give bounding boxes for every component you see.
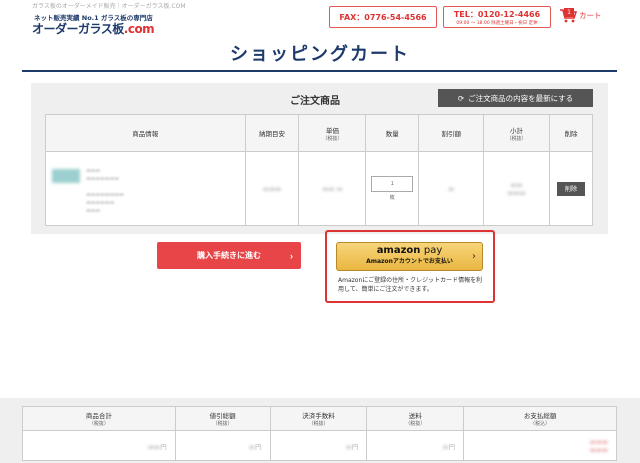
order-heading: ご注文商品 <box>290 96 340 107</box>
col-unit-price: 単価 （税抜） <box>298 114 367 152</box>
currency-unit: 円 <box>351 442 359 451</box>
col-payment-fee: 決済手数料 （税抜） <box>269 406 368 431</box>
title-divider <box>22 70 617 72</box>
proceed-checkout-button[interactable]: 購入手続きに進む › <box>157 242 301 269</box>
discount-cell: ▬ <box>418 151 485 226</box>
delivery-cell: ▬▬▬ <box>244 151 300 226</box>
tel-contact[interactable]: TEL：0120-12-4466 09:00 〜 18:00 除週土曜日・祝日 … <box>443 6 551 28</box>
delete-cell: 削除 <box>548 151 594 226</box>
col-subtotal: 小計 （税抜） <box>483 114 550 152</box>
refresh-label: ご注文商品の内容を最新にする <box>468 93 574 103</box>
grand-total-cell: ▬▬▬ ▬▬▬ <box>463 430 617 461</box>
fax-number[interactable]: FAX：0776-54-4566 <box>329 6 437 28</box>
chevron-right-icon: › <box>472 251 476 262</box>
currency-unit: 円 <box>448 442 456 451</box>
amazon-pay-button[interactable]: amazon pay Amazonアカウントでお支払い › <box>336 242 483 271</box>
discount-total-redacted: ▬ <box>248 442 256 451</box>
totals-header: 商品合計 （税抜） 値引総額 （税抜） 決済手数料 （税抜） 送料 （税抜） お支払総額… <box>22 406 617 431</box>
totals-row: ▬▬円 ▬円 ▬円 ▬円 ▬▬▬ ▬▬▬ <box>22 430 617 461</box>
refresh-icon: ⟳ <box>457 93 465 103</box>
chevron-right-icon: › <box>290 250 293 261</box>
payment-fee-redacted: ▬ <box>345 442 352 451</box>
col-quantity: 数量 <box>365 114 420 152</box>
cart-link[interactable]: 1 カート <box>559 8 602 23</box>
items-total-redacted: ▬▬ <box>147 442 161 451</box>
page-title: ショッピングカート <box>230 44 410 65</box>
items-total-cell: ▬▬円 <box>22 430 176 461</box>
col-items-total: 商品合計 （税抜） <box>22 406 176 431</box>
proceed-label: 購入手続きに進む <box>197 251 261 260</box>
totals-table: 商品合計 （税抜） 値引総額 （税抜） 決済手数料 （税抜） 送料 （税抜） お支払総額… <box>22 406 617 461</box>
quantity-cell: 枚 <box>365 151 420 226</box>
col-delivery: 納期目安 <box>244 114 300 152</box>
product-info-cell: ▬▬▬ ▬▬▬▬▬▬▬ ▬▬▬▬▬▬▬▬ ▬▬▬▬▬▬ ▬▬▬ <box>45 151 246 226</box>
logo-text: オーダーガラス板 <box>32 22 124 36</box>
business-hours: 09:00 〜 18:00 除週土曜日・祝日 定休 <box>456 21 538 26</box>
cart-table: 商品情報 納期目安 単価 （税抜） 数量 割引額 小計 （税抜） 削除 ▬▬▬ ▬▬▬… <box>45 114 594 226</box>
refresh-cart-button[interactable]: ⟳ ご注文商品の内容を最新にする <box>438 89 593 107</box>
col-discount: 割引額 <box>418 114 485 152</box>
unit-price-cell: ▬▬ ▬ <box>298 151 367 226</box>
logo-domain: .com <box>123 22 155 36</box>
cart-count-badge: 1 <box>564 8 574 17</box>
col-discount-total: 値引総額 （税抜） <box>174 406 271 431</box>
product-details-redacted: ▬▬▬ ▬▬▬▬▬▬▬ ▬▬▬▬▬▬▬▬ ▬▬▬▬▬▬ ▬▬▬ <box>86 167 124 214</box>
currency-unit: 円 <box>160 442 167 451</box>
site-tagline: ガラス板のオーダーメイド販売｜オーダーガラス板.COM <box>32 3 186 10</box>
quantity-input[interactable] <box>371 176 414 192</box>
grand-total-redacted: ▬▬▬ ▬▬▬ <box>589 437 608 454</box>
table-row: ▬▬▬▬▬▬▬▬▬▬▬▬▬▬▬▬▬▬▬▬▬▬▬▬▬▬▬ ▬▬▬ ▬▬ ▬ 枚 ▬… <box>45 151 594 226</box>
delivery-redacted: ▬▬▬ <box>262 184 282 193</box>
col-product-info: 商品情報 <box>45 114 246 152</box>
col-delete: 削除 <box>548 114 594 152</box>
cart-icon: 1 <box>559 8 578 23</box>
subtotal-cell: ▬▬ ▬▬▬ <box>483 151 550 226</box>
tel-number: TEL：0120-12-4466 <box>453 10 541 19</box>
amazon-pay-logo: amazon pay <box>376 245 443 256</box>
col-shipping: 送料 （税抜） <box>366 406 465 431</box>
site-logo[interactable]: オーダーガラス板.com <box>32 20 155 37</box>
shipping-redacted: ▬ <box>442 442 449 451</box>
cart-label: カート <box>579 11 602 20</box>
amazon-pay-sublabel: Amazonアカウントでお支払い <box>366 258 453 265</box>
discount-total-cell: ▬円 <box>174 430 271 461</box>
product-thumbnail[interactable] <box>52 168 80 183</box>
unit-price-redacted: ▬▬ ▬ <box>322 184 343 193</box>
amazon-pay-note: Amazonにご登録の住所・クレジットカード情報を利用して、簡単にご注文ができま… <box>338 277 483 293</box>
currency-unit: 円 <box>255 442 262 451</box>
col-grand-total: お支払総額 （税込） <box>463 406 617 431</box>
quantity-unit: 枚 <box>389 195 395 201</box>
shipping-cell: ▬円 <box>366 430 465 461</box>
subtotal-redacted: ▬▬ ▬▬▬ <box>507 180 526 197</box>
delete-item-button[interactable]: 削除 <box>556 181 585 196</box>
payment-fee-cell: ▬円 <box>269 430 368 461</box>
cart-table-header: 商品情報 納期目安 単価 （税抜） 数量 割引額 小計 （税抜） 削除 <box>45 114 594 152</box>
discount-redacted: ▬ <box>448 184 455 193</box>
